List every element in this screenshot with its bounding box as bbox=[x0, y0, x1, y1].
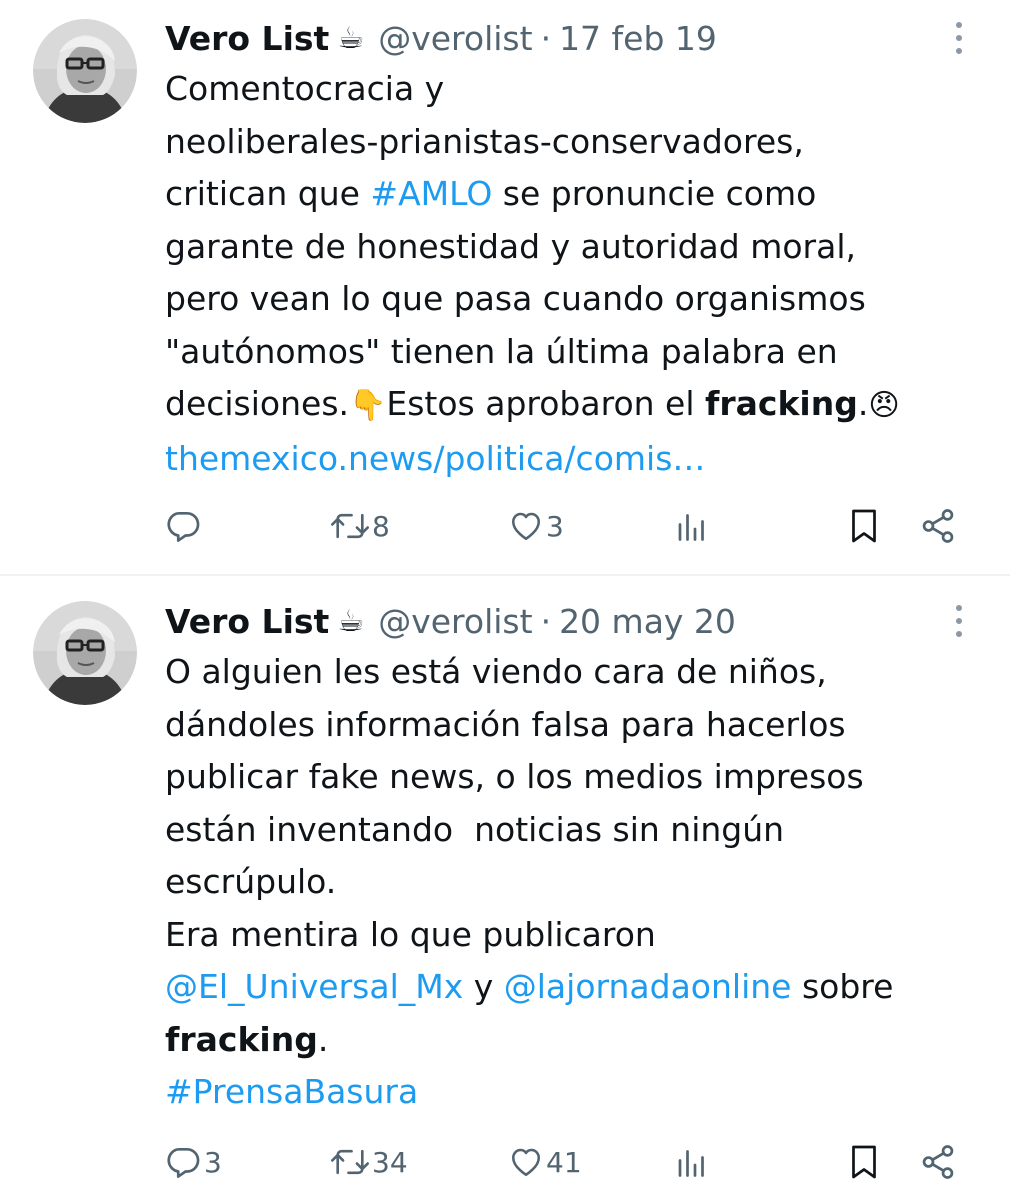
text-span: y bbox=[463, 967, 504, 1006]
more-icon[interactable] bbox=[944, 599, 974, 643]
tweet-text: Comentocracia y neoliberales-prianistas-… bbox=[165, 63, 985, 485]
url-link[interactable]: themexico.news/politica/comis… bbox=[165, 439, 705, 478]
reply-icon bbox=[167, 511, 200, 542]
action-bar: 8 3 bbox=[0, 501, 1010, 551]
text-line: themexico.news/politica/comis… bbox=[165, 433, 985, 486]
tweet-text: O alguien les está viendo cara de niños,… bbox=[165, 646, 985, 1119]
tweet-header: Vero List ☕ @verolist · 17 feb 19 bbox=[165, 13, 717, 63]
coffee-cup-icon: ☕ bbox=[337, 603, 365, 639]
text-span: . bbox=[317, 1019, 329, 1059]
reply-button[interactable]: 3 bbox=[164, 1137, 222, 1187]
author-handle[interactable]: @verolist bbox=[378, 602, 532, 641]
text-line: decisiones.👇Estos aprobaron el fracking.… bbox=[165, 378, 985, 433]
tweet[interactable]: Vero List ☕ @verolist · 20 may 20 O algu… bbox=[0, 576, 1010, 1200]
text-line: dándoles información falsa para hacerlos bbox=[165, 699, 985, 752]
share-icon bbox=[922, 509, 954, 543]
views-icon bbox=[678, 1150, 704, 1177]
text-span: publicar fake news, o los medios impreso… bbox=[165, 757, 864, 796]
reply-button[interactable] bbox=[164, 501, 204, 551]
text-line: están inventando noticias sin ningún bbox=[165, 804, 985, 857]
text-span: pero vean lo que pasa cuando organismos bbox=[165, 279, 866, 318]
hashtag-link[interactable]: #PrensaBasura bbox=[165, 1072, 418, 1111]
author-name[interactable]: Vero List bbox=[165, 19, 329, 58]
tweet[interactable]: Vero List ☕ @verolist · 17 feb 19 Coment… bbox=[0, 0, 1010, 575]
text-line: publicar fake news, o los medios impreso… bbox=[165, 751, 985, 804]
bookmark-icon bbox=[852, 509, 876, 543]
bookmark-icon bbox=[852, 1145, 876, 1179]
avatar[interactable] bbox=[33, 601, 137, 705]
author-handle[interactable]: @verolist bbox=[378, 19, 532, 58]
separator: · bbox=[540, 601, 552, 641]
text-span: . bbox=[857, 384, 869, 423]
text-span: Era mentira lo que publicaron bbox=[165, 914, 656, 954]
text-span: Estos aprobaron el bbox=[386, 384, 705, 423]
bold-text: fracking bbox=[165, 1019, 318, 1059]
text-line: neoliberales-prianistas-conservadores, bbox=[165, 116, 985, 169]
text-line: garante de honestidad y autoridad moral, bbox=[165, 221, 985, 274]
like-count: 41 bbox=[546, 1145, 582, 1179]
retweet-button[interactable]: 34 bbox=[330, 1137, 408, 1187]
text-line: Comentocracia y bbox=[165, 63, 985, 116]
text-line: escrúpulo. bbox=[165, 856, 985, 909]
text-span: "autónomos" tienen la última palabra en bbox=[165, 331, 838, 371]
reply-icon bbox=[167, 1147, 200, 1178]
avatar[interactable] bbox=[33, 19, 137, 123]
more-icon[interactable] bbox=[944, 16, 974, 60]
views-button[interactable] bbox=[674, 1137, 710, 1187]
pointing-down-icon: 👇 bbox=[349, 388, 387, 423]
coffee-cup-icon: ☕ bbox=[337, 20, 365, 56]
text-line: O alguien les está viendo cara de niños, bbox=[165, 646, 985, 699]
mention-link[interactable]: @El_Universal_Mx bbox=[165, 967, 463, 1006]
retweet-button[interactable]: 8 bbox=[330, 501, 390, 551]
angry-face-icon: 😠 bbox=[868, 388, 900, 423]
text-span: garante de honestidad y autoridad moral, bbox=[165, 226, 856, 266]
text-line: "autónomos" tienen la última palabra en bbox=[165, 326, 985, 379]
bookmark-button[interactable] bbox=[846, 1137, 882, 1187]
views-button[interactable] bbox=[674, 501, 710, 551]
text-line: Era mentira lo que publicaron bbox=[165, 909, 985, 962]
text-span: sobre bbox=[791, 967, 894, 1006]
like-button[interactable]: 41 bbox=[508, 1137, 582, 1187]
retweet-count: 34 bbox=[372, 1145, 408, 1179]
text-span: escrúpulo. bbox=[165, 862, 337, 901]
heart-icon bbox=[511, 1148, 541, 1177]
like-button[interactable]: 3 bbox=[508, 501, 564, 551]
tweet-date[interactable]: 17 feb 19 bbox=[559, 19, 717, 58]
like-count: 3 bbox=[546, 509, 564, 543]
share-icon bbox=[922, 1145, 954, 1179]
hashtag-link[interactable]: #AMLO bbox=[370, 174, 492, 213]
separator: · bbox=[540, 18, 552, 58]
text-span: O alguien les está viendo cara de niños, bbox=[165, 652, 827, 691]
mention-link[interactable]: @lajornadaonline bbox=[504, 967, 792, 1006]
reply-count: 3 bbox=[204, 1145, 222, 1179]
text-span: Comentocracia y bbox=[165, 69, 445, 108]
views-icon bbox=[678, 514, 704, 541]
text-line: #PrensaBasura bbox=[165, 1066, 985, 1119]
text-line: critican que #AMLO se pronuncie como bbox=[165, 168, 985, 221]
text-span: critican que bbox=[165, 174, 371, 213]
action-bar: 3 34 41 bbox=[0, 1137, 1010, 1187]
tweet-date[interactable]: 20 may 20 bbox=[559, 602, 736, 641]
bookmark-button[interactable] bbox=[846, 501, 882, 551]
text-line: @El_Universal_Mx y @lajornadaonline sobr… bbox=[165, 961, 985, 1014]
text-span: se pronuncie como bbox=[492, 174, 817, 213]
text-span: están inventando noticias sin ningún bbox=[165, 809, 785, 849]
retweet-icon bbox=[331, 1149, 369, 1175]
text-span: decisiones. bbox=[165, 384, 350, 423]
bold-text: fracking bbox=[705, 384, 858, 423]
share-button[interactable] bbox=[919, 1137, 957, 1187]
text-span: dándoles información falsa para hacerlos bbox=[165, 704, 846, 744]
heart-icon bbox=[511, 512, 541, 541]
share-button[interactable] bbox=[919, 501, 957, 551]
text-span: neoliberales-prianistas-conservadores, bbox=[165, 121, 804, 161]
text-line: pero vean lo que pasa cuando organismos bbox=[165, 273, 985, 326]
retweet-icon bbox=[331, 513, 369, 539]
tweet-header: Vero List ☕ @verolist · 20 may 20 bbox=[165, 596, 736, 646]
retweet-count: 8 bbox=[372, 509, 390, 543]
text-line: fracking. bbox=[165, 1014, 985, 1067]
author-name[interactable]: Vero List bbox=[165, 602, 329, 641]
